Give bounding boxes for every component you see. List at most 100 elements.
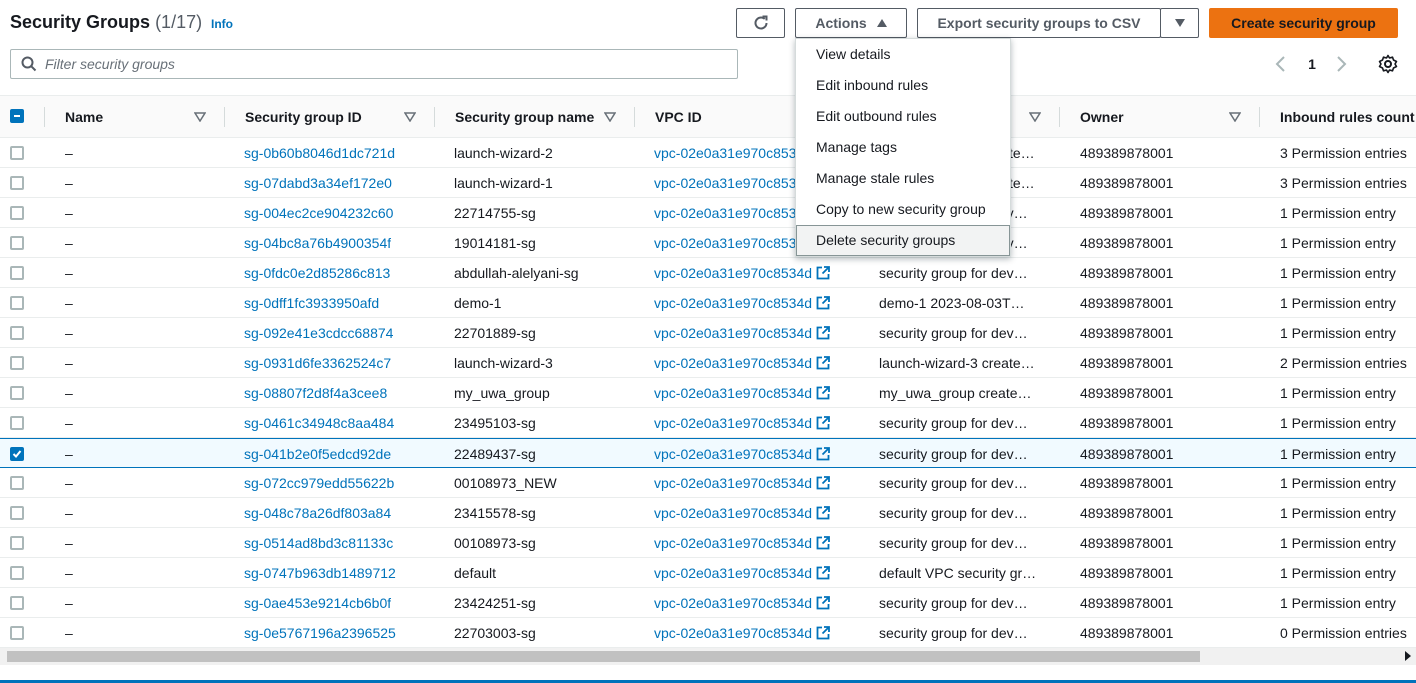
external-link-icon[interactable]	[816, 265, 830, 280]
table-row[interactable]: – sg-092e41e3cdcc68874 22701889-sg vpc-02e0…	[0, 318, 1416, 348]
create-security-group-button[interactable]: Create security group	[1209, 8, 1398, 38]
cell-security-group-id-text[interactable]: sg-0931d6fe3362524c7	[244, 355, 391, 371]
cell-vpc-id-text[interactable]: vpc-02e0a31e970c8534d	[654, 385, 812, 401]
table-row[interactable]: – sg-0461c34948c8aa484 23495103-sg vpc-02e0…	[0, 408, 1416, 438]
cell-security-group-id-text[interactable]: sg-0747b963db1489712	[244, 565, 396, 581]
external-link-icon[interactable]	[816, 475, 830, 490]
cell-security-group-id[interactable]: sg-041b2e0f5edcd92de	[244, 439, 391, 469]
column-separator[interactable]	[1259, 107, 1260, 127]
external-link-icon[interactable]	[816, 565, 830, 580]
column-header-sg-id[interactable]: Security group ID	[245, 96, 362, 138]
cell-vpc-id-text[interactable]: vpc-02e0a31e970c8534d	[654, 295, 812, 311]
table-row[interactable]: – sg-04bc8a76b4900354f 19014181-sg vpc-02e0…	[0, 228, 1416, 258]
cell-security-group-id-text[interactable]: sg-0ae453e9214cb6b0f	[244, 595, 391, 611]
cell-vpc-id-text[interactable]: vpc-02e0a31e970c8534d	[654, 535, 812, 551]
column-separator[interactable]	[434, 107, 435, 127]
cell-security-group-id-text[interactable]: sg-08807f2d8f4a3cee8	[244, 385, 387, 401]
cell-vpc-id[interactable]: vpc-02e0a31e970c8534d	[654, 439, 830, 469]
cell-vpc-id-text[interactable]: vpc-02e0a31e970c8534d	[654, 595, 812, 611]
current-page[interactable]: 1	[1303, 56, 1321, 72]
cell-vpc-id[interactable]: vpc-02e0a31e970c8534d	[654, 318, 830, 348]
refresh-button[interactable]	[736, 8, 785, 38]
cell-security-group-id[interactable]: sg-0b60b8046d1dc721d	[244, 138, 395, 168]
external-link-icon[interactable]	[816, 415, 830, 430]
row-checkbox[interactable]	[10, 356, 24, 370]
sort-icon[interactable]	[1029, 112, 1041, 122]
table-row[interactable]: – sg-048c78a26df803a84 23415578-sg vpc-02e0…	[0, 498, 1416, 528]
table-row[interactable]: – sg-0931d6fe3362524c7 launch-wizard-3 vpc-…	[0, 348, 1416, 378]
cell-vpc-id[interactable]: vpc-02e0a31e970c8534d	[654, 378, 830, 408]
filter-input[interactable]	[45, 54, 725, 74]
scrollbar-thumb[interactable]	[7, 651, 1200, 662]
external-link-icon[interactable]	[816, 295, 830, 310]
row-checkbox[interactable]	[10, 326, 24, 340]
cell-vpc-id-text[interactable]: vpc-02e0a31e970c8534d	[654, 325, 812, 341]
external-link-icon[interactable]	[816, 355, 830, 370]
column-header-sg-name[interactable]: Security group name	[455, 96, 594, 138]
cell-security-group-id[interactable]: sg-048c78a26df803a84	[244, 498, 391, 528]
cell-security-group-id-text[interactable]: sg-0dff1fc3933950afd	[244, 295, 379, 311]
cell-security-group-id[interactable]: sg-092e41e3cdcc68874	[244, 318, 393, 348]
external-link-icon[interactable]	[816, 535, 830, 550]
table-row[interactable]: – sg-041b2e0f5edcd92de 22489437-sg vpc-02e0…	[0, 438, 1416, 468]
external-link-icon[interactable]	[816, 625, 830, 640]
cell-vpc-id-text[interactable]: vpc-02e0a31e970c8534d	[654, 175, 812, 191]
row-checkbox[interactable]	[10, 566, 24, 580]
column-separator[interactable]	[634, 107, 635, 127]
cell-vpc-id-text[interactable]: vpc-02e0a31e970c8534d	[654, 265, 812, 281]
row-checkbox[interactable]	[10, 296, 24, 310]
menu-item-copy-security-group[interactable]: Copy to new security group	[796, 194, 1010, 225]
table-row[interactable]: – sg-0b60b8046d1dc721d launch-wizard-2 vpc-…	[0, 138, 1416, 168]
row-checkbox[interactable]	[10, 476, 24, 490]
cell-vpc-id-text[interactable]: vpc-02e0a31e970c8534d	[654, 205, 812, 221]
external-link-icon[interactable]	[816, 595, 830, 610]
menu-item-manage-tags[interactable]: Manage tags	[796, 132, 1010, 163]
table-row[interactable]: – sg-072cc979edd55622b 00108973_NEW vpc-02e…	[0, 468, 1416, 498]
row-checkbox[interactable]	[10, 447, 24, 461]
table-row[interactable]: – sg-0747b963db1489712 default vpc-02e0a31e…	[0, 558, 1416, 588]
row-checkbox[interactable]	[10, 506, 24, 520]
previous-page-icon[interactable]	[1274, 55, 1288, 73]
cell-security-group-id[interactable]: sg-0931d6fe3362524c7	[244, 348, 391, 378]
row-checkbox[interactable]	[10, 416, 24, 430]
cell-vpc-id-text[interactable]: vpc-02e0a31e970c8534d	[654, 415, 812, 431]
cell-security-group-id[interactable]: sg-004ec2ce904232c60	[244, 198, 393, 228]
cell-security-group-id[interactable]: sg-04bc8a76b4900354f	[244, 228, 391, 258]
cell-vpc-id[interactable]: vpc-02e0a31e970c8534d	[654, 558, 830, 588]
row-checkbox[interactable]	[10, 146, 24, 160]
cell-security-group-id[interactable]: sg-072cc979edd55622b	[244, 468, 394, 498]
cell-vpc-id-text[interactable]: vpc-02e0a31e970c8534d	[654, 475, 812, 491]
menu-item-view-details[interactable]: View details	[796, 39, 1010, 70]
cell-vpc-id-text[interactable]: vpc-02e0a31e970c8534d	[654, 565, 812, 581]
table-row[interactable]: – sg-08807f2d8f4a3cee8 my_uwa_group vpc-02e…	[0, 378, 1416, 408]
table-row[interactable]: – sg-0fdc0e2d85286c813 abdullah-alelyani-s…	[0, 258, 1416, 288]
cell-security-group-id[interactable]: sg-0dff1fc3933950afd	[244, 288, 379, 318]
menu-item-edit-outbound-rules[interactable]: Edit outbound rules	[796, 101, 1010, 132]
cell-security-group-id[interactable]: sg-0e5767196a2396525	[244, 618, 396, 648]
cell-vpc-id[interactable]: vpc-02e0a31e970c8534d	[654, 618, 830, 648]
cell-security-group-id[interactable]: sg-08807f2d8f4a3cee8	[244, 378, 387, 408]
scroll-right-icon[interactable]	[1404, 651, 1412, 661]
cell-vpc-id-text[interactable]: vpc-02e0a31e970c8534d	[654, 235, 812, 251]
row-checkbox[interactable]	[10, 626, 24, 640]
cell-vpc-id[interactable]: vpc-02e0a31e970c8534d	[654, 528, 830, 558]
cell-security-group-id-text[interactable]: sg-004ec2ce904232c60	[244, 205, 393, 221]
cell-vpc-id-text[interactable]: vpc-02e0a31e970c8534d	[654, 446, 812, 462]
cell-vpc-id[interactable]: vpc-02e0a31e970c8534d	[654, 408, 830, 438]
info-link[interactable]: Info	[211, 17, 233, 31]
column-header-inbound-rules[interactable]: Inbound rules count	[1280, 96, 1415, 138]
row-checkbox[interactable]	[10, 596, 24, 610]
row-checkbox[interactable]	[10, 206, 24, 220]
table-row[interactable]: – sg-0514ad8bd3c81133c 00108973-sg vpc-02e0…	[0, 528, 1416, 558]
row-checkbox[interactable]	[10, 386, 24, 400]
column-header-vpc-id[interactable]: VPC ID	[655, 96, 702, 138]
column-header-name[interactable]: Name	[65, 96, 103, 138]
cell-vpc-id-text[interactable]: vpc-02e0a31e970c8534d	[654, 505, 812, 521]
cell-security-group-id-text[interactable]: sg-04bc8a76b4900354f	[244, 235, 391, 251]
cell-security-group-id-text[interactable]: sg-0514ad8bd3c81133c	[244, 535, 393, 551]
row-checkbox[interactable]	[10, 236, 24, 250]
horizontal-scrollbar[interactable]	[0, 648, 1416, 665]
external-link-icon[interactable]	[816, 505, 830, 520]
cell-security-group-id-text[interactable]: sg-0461c34948c8aa484	[244, 415, 394, 431]
cell-security-group-id-text[interactable]: sg-0b60b8046d1dc721d	[244, 145, 395, 161]
